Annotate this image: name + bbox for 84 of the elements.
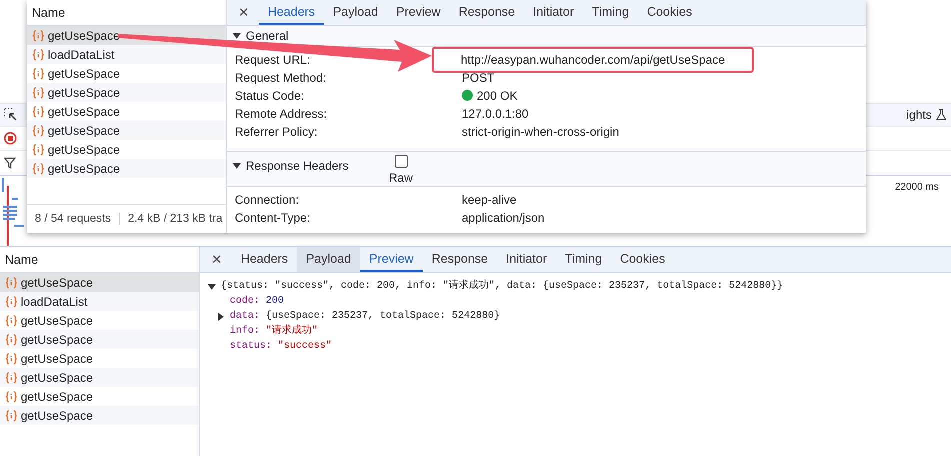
braces-icon [32,48,45,60]
request-row[interactable]: getUseSpace [0,406,199,425]
inspect-icon[interactable] [4,108,18,122]
json-property: info: "请求成功" [230,324,318,339]
close-button[interactable]: × [200,247,232,272]
header-label: Remote Address: [234,106,328,121]
braces-icon [32,86,45,98]
header-value: strict-origin-when-cross-origin [462,124,620,139]
raw-checkbox[interactable] [394,154,408,168]
braces-icon [5,314,18,326]
json-summary: {status: "success", code: 200, info: "请求成功", data: {useSpace: 235237, totalSpace: 5242880}} [221,279,784,294]
braces-icon [5,410,18,422]
braces-icon [32,30,45,42]
request-row[interactable]: getUseSpace [27,159,226,178]
tab[interactable]: Payload [324,0,388,25]
column-header: Name [27,0,226,26]
flask-icon [936,109,947,121]
status-dot [462,90,473,102]
filter-icon[interactable] [4,157,16,169]
tab[interactable]: Payload [297,247,360,272]
section-title[interactable]: Response Headers [246,158,349,173]
request-row[interactable]: getUseSpace [27,83,226,102]
request-row[interactable]: getUseSpace [0,368,199,387]
request-row[interactable]: getUseSpace [0,330,199,349]
braces-icon [32,106,45,118]
expanded-triangle-icon[interactable] [208,282,216,290]
braces-icon [5,372,18,384]
request-row[interactable]: getUseSpace [0,387,199,406]
tab[interactable]: Timing [583,0,638,25]
timeline-tick-label: 22000 ms [895,182,939,194]
section-title[interactable]: General [246,28,289,43]
timeline-overview-drawing [2,176,26,246]
json-property: status: "success" [230,340,332,354]
braces-icon [5,334,18,346]
request-row[interactable]: getUseSpace [27,121,226,140]
tab[interactable]: Cookies [638,0,702,25]
close-button[interactable]: × [227,0,259,25]
request-row[interactable]: getUseSpace [27,140,226,159]
status-text: 8 / 54 requests [34,213,112,225]
header-value: POST [462,70,495,85]
braces-icon [32,162,45,174]
braces-icon [5,352,18,364]
header-value: keep-alive [462,193,517,207]
header-label: Content-Type: [234,211,312,225]
request-row[interactable]: loadDataList [0,292,199,311]
braces-icon [5,390,18,402]
tab[interactable]: Initiator [524,0,584,25]
tab[interactable]: Headers [232,247,298,272]
header-label: Request URL: [234,52,312,67]
json-property: data: {useSpace: 235237, totalSpace: 5242880} [230,310,500,324]
braces-icon [5,296,18,308]
expanded-triangle-icon[interactable] [233,32,241,40]
request-row[interactable]: loadDataList [27,45,226,64]
tab[interactable]: Response [422,247,498,272]
tab[interactable]: Response [450,0,524,25]
header-value: 200 OK [462,88,518,103]
braces-icon [5,276,18,288]
request-row[interactable]: getUseSpace [27,102,226,121]
json-property: code: 200 [230,294,284,309]
header-label: Referrer Policy: [234,124,319,139]
header-label: Status Code: [234,88,306,103]
request-row[interactable]: getUseSpace [0,273,199,292]
braces-icon [32,124,45,136]
tab[interactable]: Preview [360,247,423,272]
highlighted-header-value: http://easypan.wuhancoder.com/api/getUseSpace [432,46,754,73]
tab[interactable]: Cookies [611,247,674,272]
status-text: 2.4 kB / 213 kB tra [119,213,226,225]
tab-label[interactable]: ights [906,108,932,122]
expanded-triangle-icon[interactable] [233,162,241,170]
header-value: 127.0.0.1:80 [462,106,529,121]
request-row[interactable]: getUseSpace [0,349,199,368]
braces-icon [32,144,45,156]
header-label: Request Method: [234,70,328,85]
stop-recording-icon[interactable] [4,132,17,145]
request-row[interactable]: getUseSpace [27,64,226,83]
tab[interactable]: Initiator [497,247,556,272]
checkbox-label: Raw [389,170,414,185]
header-value: application/json [462,211,545,225]
tab[interactable]: Preview [387,0,450,25]
tab[interactable]: Timing [556,247,612,272]
request-row[interactable]: getUseSpace [0,311,199,330]
collapsed-triangle-icon[interactable] [217,312,225,320]
header-label: Connection: [234,193,300,207]
braces-icon [32,68,45,80]
